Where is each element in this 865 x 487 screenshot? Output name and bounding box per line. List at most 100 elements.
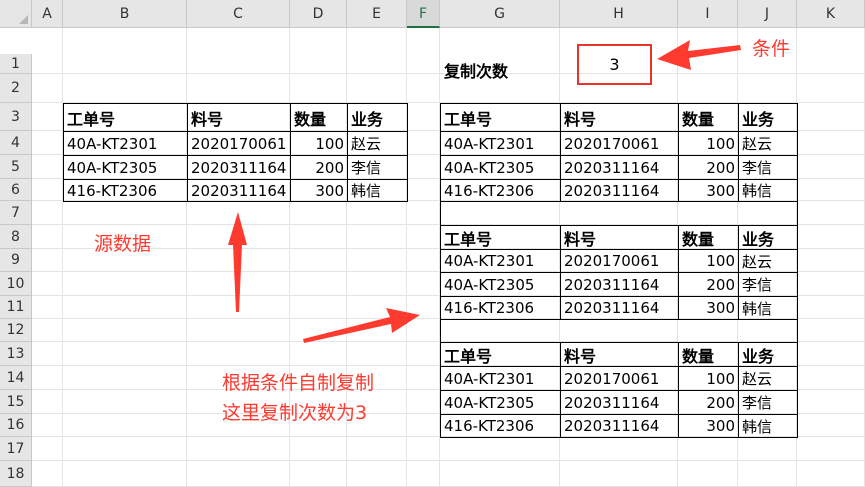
grid-line <box>406 28 407 487</box>
result-table-2-data-cell[interactable]: 赵云 <box>738 249 797 272</box>
result-table-3-data-cell[interactable]: 100 <box>678 366 738 390</box>
source-table-data-cell[interactable]: 416-KT2306 <box>63 179 187 201</box>
result-table-3-header-cell[interactable]: 业务 <box>738 342 797 366</box>
result-table-3-data-cell[interactable]: 李信 <box>738 390 797 414</box>
row-header-13[interactable]: 13 <box>0 342 32 366</box>
row-header-8[interactable]: 8 <box>0 225 32 249</box>
select-all-corner[interactable] <box>0 0 32 28</box>
result-table-3-data-cell[interactable]: 2020311164 <box>560 390 678 414</box>
row-header-4[interactable]: 4 <box>0 131 32 155</box>
source-table-data-cell[interactable]: 100 <box>290 131 347 155</box>
result-table-2-data-cell[interactable]: 韩信 <box>738 296 797 319</box>
result-table-1-data-cell[interactable]: 40A-KT2301 <box>440 131 560 155</box>
result-table-1-data-cell[interactable]: 赵云 <box>738 131 797 155</box>
arrow-to-result-tables <box>303 308 420 343</box>
column-header-g[interactable]: G <box>440 0 560 28</box>
source-table-header-cell[interactable]: 业务 <box>347 103 407 131</box>
result-table-2-data-cell[interactable]: 2020311164 <box>560 296 678 319</box>
result-table-2-data-cell[interactable]: 李信 <box>738 272 797 296</box>
result-table-3-data-cell[interactable]: 300 <box>678 414 738 437</box>
column-header-e[interactable]: E <box>347 0 407 28</box>
row-header-7[interactable]: 7 <box>0 201 32 225</box>
source-table-header-cell[interactable]: 数量 <box>290 103 347 131</box>
result-table-1-data-cell[interactable]: 韩信 <box>738 179 797 201</box>
result-table-1-data-cell[interactable]: 李信 <box>738 155 797 179</box>
result-table-3-data-cell[interactable]: 赵云 <box>738 366 797 390</box>
column-header-h[interactable]: H <box>560 0 678 28</box>
row-header-2[interactable]: 2 <box>0 74 32 103</box>
condition-annotation: 条件 <box>752 38 791 60</box>
source-table-data-cell[interactable]: 韩信 <box>347 179 407 201</box>
source-table-data-cell[interactable]: 李信 <box>347 155 407 179</box>
copy-count-cell[interactable]: 3 <box>577 44 652 85</box>
result-table-3-data-cell[interactable]: 40A-KT2301 <box>440 366 560 390</box>
result-table-3-data-cell[interactable]: 2020311164 <box>560 414 678 437</box>
result-table-2-data-cell[interactable]: 40A-KT2305 <box>440 272 560 296</box>
source-table-data-cell[interactable]: 40A-KT2301 <box>63 131 187 155</box>
row-header-6[interactable]: 6 <box>0 179 32 201</box>
column-header-b[interactable]: B <box>63 0 187 28</box>
copy-count-label: 复制次数 <box>444 62 509 81</box>
result-table-2-data-cell[interactable]: 2020311164 <box>560 272 678 296</box>
result-table-1-data-cell[interactable]: 40A-KT2305 <box>440 155 560 179</box>
result-table-1-header-cell[interactable]: 数量 <box>678 103 738 131</box>
result-table-3-header-cell[interactable]: 工单号 <box>440 342 560 366</box>
result-table-2-header-cell[interactable]: 工单号 <box>440 225 560 249</box>
result-table-3-data-cell[interactable]: 200 <box>678 390 738 414</box>
result-table-2-data-cell[interactable]: 40A-KT2301 <box>440 249 560 272</box>
source-table-header-cell[interactable]: 工单号 <box>63 103 187 131</box>
result-table-1-data-cell[interactable]: 416-KT2306 <box>440 179 560 201</box>
row-header-11[interactable]: 11 <box>0 296 32 319</box>
result-table-3-header-cell[interactable]: 数量 <box>678 342 738 366</box>
result-table-2-header-cell[interactable]: 业务 <box>738 225 797 249</box>
source-table-data-cell[interactable]: 2020170061 <box>187 131 290 155</box>
column-header-a[interactable]: A <box>32 0 63 28</box>
result-table-2-header-cell[interactable]: 数量 <box>678 225 738 249</box>
source-table-data-cell[interactable]: 2020311164 <box>187 179 290 201</box>
result-table-2-data-cell[interactable]: 100 <box>678 249 738 272</box>
row-header-12[interactable]: 12 <box>0 319 32 342</box>
result-table-1-header-cell[interactable]: 料号 <box>560 103 678 131</box>
source-table-data-cell[interactable]: 40A-KT2305 <box>63 155 187 179</box>
result-table-1-header-cell[interactable]: 业务 <box>738 103 797 131</box>
source-table-header-cell[interactable]: 料号 <box>187 103 290 131</box>
result-table-3-header-cell[interactable]: 料号 <box>560 342 678 366</box>
result-table-1-data-cell[interactable]: 100 <box>678 131 738 155</box>
result-table-3-data-cell[interactable]: 韩信 <box>738 414 797 437</box>
column-header-j[interactable]: J <box>738 0 797 28</box>
column-header-i[interactable]: I <box>678 0 738 28</box>
column-header-d[interactable]: D <box>290 0 347 28</box>
result-table-3-data-cell[interactable]: 416-KT2306 <box>440 414 560 437</box>
row-header-3[interactable]: 3 <box>0 103 32 131</box>
source-table-data-cell[interactable]: 200 <box>290 155 347 179</box>
result-table-2-header-cell[interactable]: 料号 <box>560 225 678 249</box>
result-table-1-data-cell[interactable]: 300 <box>678 179 738 201</box>
row-header-10[interactable]: 10 <box>0 272 32 296</box>
result-table-2-data-cell[interactable]: 200 <box>678 272 738 296</box>
result-table-2-data-cell[interactable]: 2020170061 <box>560 249 678 272</box>
result-table-1-data-cell[interactable]: 2020311164 <box>560 155 678 179</box>
row-header-17[interactable]: 17 <box>0 437 32 461</box>
column-header-k[interactable]: K <box>797 0 865 28</box>
result-table-3-data-cell[interactable]: 40A-KT2305 <box>440 390 560 414</box>
result-table-1-data-cell[interactable]: 200 <box>678 155 738 179</box>
source-table-data-cell[interactable]: 300 <box>290 179 347 201</box>
source-table-data-cell[interactable]: 2020311164 <box>187 155 290 179</box>
source-table-data-cell[interactable]: 赵云 <box>347 131 407 155</box>
result-table-1-header-cell[interactable]: 工单号 <box>440 103 560 131</box>
result-table-1-data-cell[interactable]: 2020311164 <box>560 179 678 201</box>
row-header-15[interactable]: 15 <box>0 390 32 414</box>
arrow-to-condition-cell <box>657 40 741 70</box>
result-table-3-data-cell[interactable]: 2020170061 <box>560 366 678 390</box>
row-header-14[interactable]: 14 <box>0 366 32 390</box>
result-table-2-data-cell[interactable]: 300 <box>678 296 738 319</box>
result-table-1-data-cell[interactable]: 2020170061 <box>560 131 678 155</box>
row-header-16[interactable]: 16 <box>0 414 32 437</box>
result-table-2-data-cell[interactable]: 416-KT2306 <box>440 296 560 319</box>
row-header-9[interactable]: 9 <box>0 249 32 272</box>
row-header-18[interactable]: 18 <box>0 461 32 487</box>
column-header-f[interactable]: F <box>407 0 440 28</box>
row-header-1[interactable]: 1 <box>0 54 32 74</box>
row-header-5[interactable]: 5 <box>0 155 32 179</box>
column-header-c[interactable]: C <box>187 0 290 28</box>
